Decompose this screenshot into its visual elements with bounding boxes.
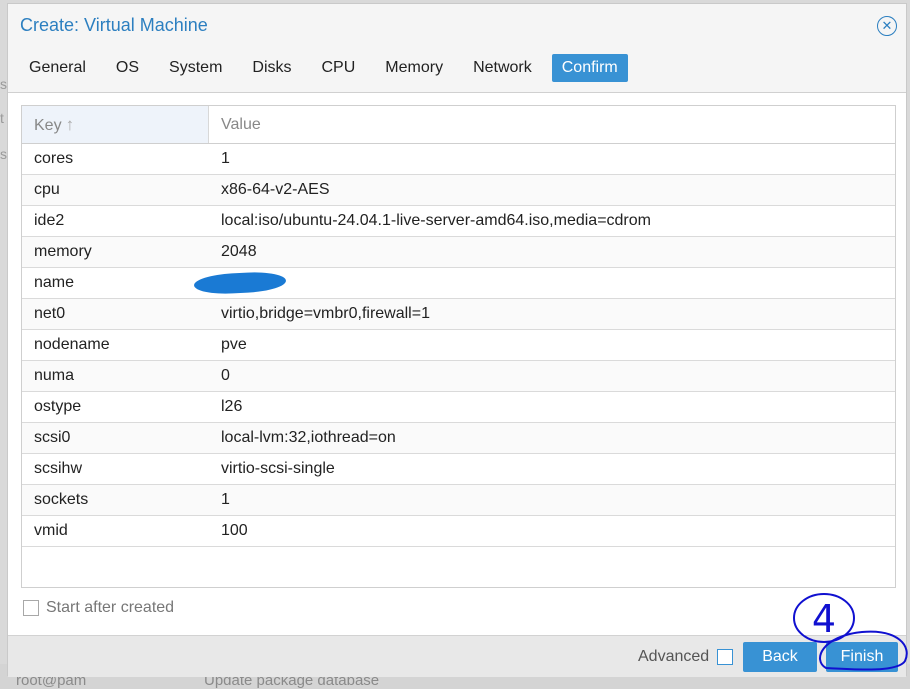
summary-grid: Key ↑ Value cores 1 cpu x86-64-v2-AES ide2 loc… xyxy=(21,105,896,588)
cell-key: memory xyxy=(34,243,92,260)
dialog-title-bar: Create: Virtual Machine ✕ xyxy=(8,4,906,48)
cell-value: 1 xyxy=(221,150,230,167)
wizard-tabs: General OS System Disks CPU Memory Network Conf… xyxy=(19,54,638,82)
cell-value xyxy=(193,268,895,298)
cell-value: local:iso/ubuntu-24.04.1-live-server-amd… xyxy=(221,212,651,229)
cell-key: scsi0 xyxy=(34,429,71,446)
checkbox-icon[interactable] xyxy=(23,600,39,616)
table-row[interactable]: cpu x86-64-v2-AES xyxy=(22,175,895,206)
finish-button[interactable]: Finish xyxy=(826,642,898,672)
table-row[interactable]: vmid 100 xyxy=(22,516,895,547)
grid-body: cores 1 cpu x86-64-v2-AES ide2 local:iso/ubun… xyxy=(22,144,895,547)
tab-system[interactable]: System xyxy=(159,54,232,82)
cell-key: name xyxy=(34,274,75,291)
arrow-up-icon: ↑ xyxy=(65,115,75,134)
tab-confirm[interactable]: Confirm xyxy=(551,54,628,82)
cell-value: local-lvm:32,iothread=on xyxy=(221,429,396,446)
table-row[interactable]: ostype l26 xyxy=(22,392,895,423)
table-row[interactable]: ide2 local:iso/ubuntu-24.04.1-live-server… xyxy=(22,206,895,237)
cell-value: l26 xyxy=(221,398,243,415)
column-header-key[interactable]: Key ↑ xyxy=(22,106,209,143)
table-row[interactable]: sockets 1 xyxy=(22,485,895,516)
cell-key: numa xyxy=(34,367,75,384)
cell-key: ide2 xyxy=(34,212,65,229)
start-after-created-checkbox[interactable]: Start after created xyxy=(23,599,174,617)
cell-value: virtio,bridge=vmbr0,firewall=1 xyxy=(221,305,430,322)
tab-os[interactable]: OS xyxy=(106,54,149,82)
cell-key: cores xyxy=(34,150,74,167)
cell-value: virtio-scsi-single xyxy=(221,460,335,477)
background-fragment: s xyxy=(0,76,7,92)
cell-value: x86-64-v2-AES xyxy=(221,181,330,198)
tab-network[interactable]: Network xyxy=(463,54,542,82)
column-header-value-label: Value xyxy=(221,116,261,133)
table-row[interactable]: cores 1 xyxy=(22,144,895,175)
table-row[interactable]: numa 0 xyxy=(22,361,895,392)
cell-value: 1 xyxy=(221,491,230,508)
cell-key: net0 xyxy=(34,305,66,322)
grid-header: Key ↑ Value xyxy=(22,106,895,144)
cell-value: 0 xyxy=(221,367,230,384)
cell-key: ostype xyxy=(34,398,82,415)
table-row[interactable]: scsi0 local-lvm:32,iothread=on xyxy=(22,423,895,454)
table-row[interactable]: scsihw virtio-scsi-single xyxy=(22,454,895,485)
dialog-title: Create: Virtual Machine xyxy=(20,15,208,35)
table-row[interactable]: name xyxy=(22,268,895,299)
table-row[interactable]: nodename pve xyxy=(22,330,895,361)
advanced-checkbox[interactable] xyxy=(717,649,734,665)
cell-key: scsihw xyxy=(34,460,83,477)
column-header-value[interactable]: Value xyxy=(209,106,895,143)
cell-key: cpu xyxy=(34,181,60,198)
background-fragment: t xyxy=(0,110,4,126)
cell-key: nodename xyxy=(34,336,110,353)
close-icon[interactable]: ✕ xyxy=(877,16,897,36)
back-button[interactable]: Back xyxy=(743,642,817,672)
create-vm-dialog: Create: Virtual Machine ✕ General OS Syste… xyxy=(7,3,907,677)
tab-disks[interactable]: Disks xyxy=(242,54,301,82)
table-row[interactable]: memory 2048 xyxy=(22,237,895,268)
tab-cpu[interactable]: CPU xyxy=(312,54,366,82)
cell-value: pve xyxy=(221,336,247,353)
cell-key: vmid xyxy=(34,522,68,539)
cell-key: sockets xyxy=(34,491,89,508)
dialog-footer: Advanced Back Finish xyxy=(8,635,906,677)
tab-general[interactable]: General xyxy=(19,54,96,82)
advanced-toggle[interactable]: Advanced xyxy=(638,648,734,666)
confirm-panel: Key ↑ Value cores 1 cpu x86-64-v2-AES ide2 loc… xyxy=(8,93,906,635)
start-after-created-label: Start after created xyxy=(46,599,175,616)
advanced-label: Advanced xyxy=(638,648,710,665)
tab-memory[interactable]: Memory xyxy=(375,54,453,82)
table-row[interactable]: net0 virtio,bridge=vmbr0,firewall=1 xyxy=(22,299,895,330)
cell-value: 2048 xyxy=(221,243,257,260)
background-fragment: s xyxy=(0,146,7,162)
column-header-key-label: Key xyxy=(34,117,62,134)
cell-value: 100 xyxy=(221,522,248,539)
